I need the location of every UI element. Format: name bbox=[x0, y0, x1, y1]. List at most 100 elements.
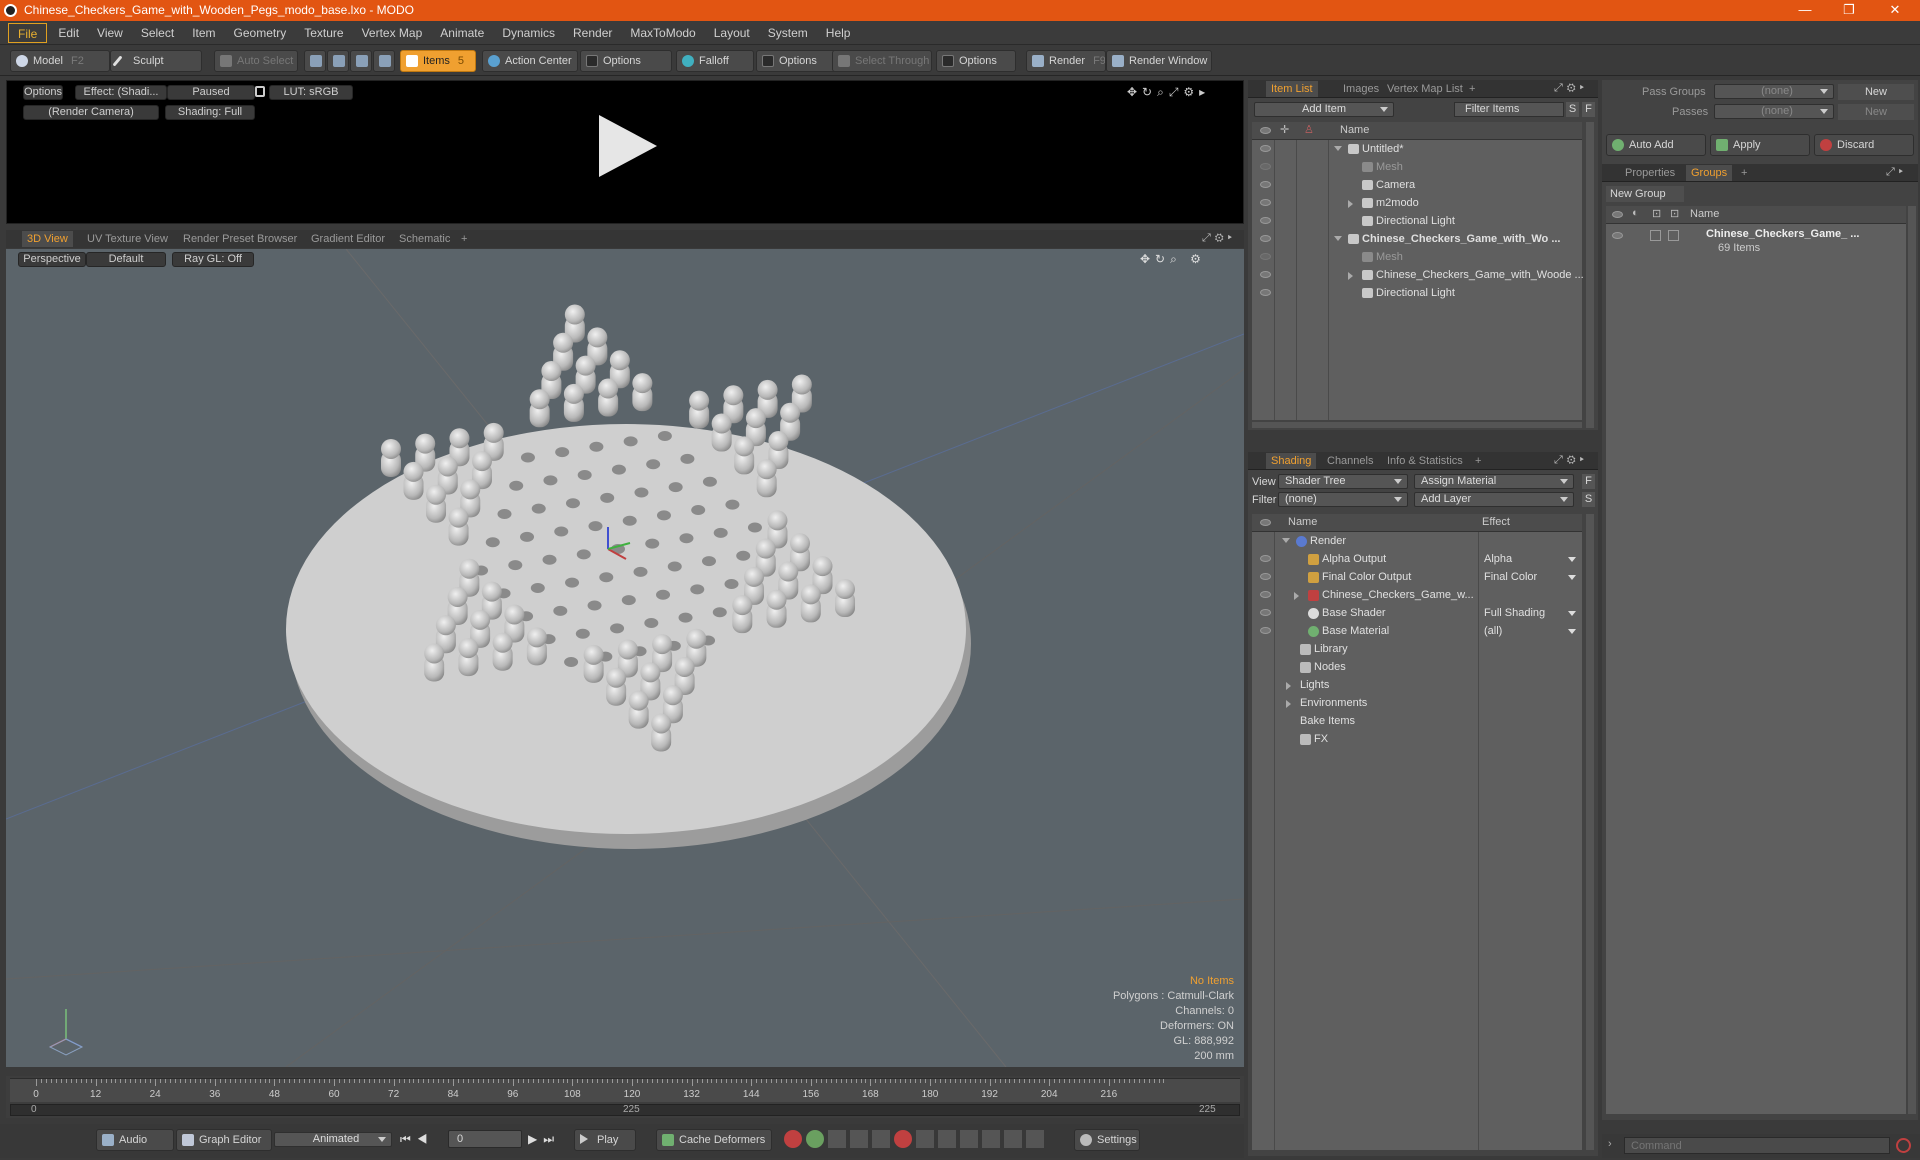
auto-key-icon[interactable] bbox=[806, 1130, 824, 1148]
menu-select[interactable]: Select bbox=[132, 21, 183, 45]
key-option-a-icon[interactable] bbox=[982, 1130, 1000, 1148]
group-visibility-icon[interactable] bbox=[1612, 232, 1623, 239]
item-list-row[interactable]: Camera bbox=[1252, 176, 1582, 194]
preview-options-button[interactable]: Options bbox=[23, 85, 63, 100]
action-center-button[interactable]: Action Center bbox=[482, 50, 578, 72]
shader-tree-row[interactable]: FX bbox=[1252, 730, 1582, 748]
eye-icon[interactable] bbox=[1260, 181, 1271, 188]
add-groups-tab-button[interactable]: + bbox=[1736, 165, 1752, 181]
animated-dropdown[interactable]: Animated bbox=[274, 1132, 392, 1147]
shader-tree-row[interactable]: Chinese_Checkers_Game_w... bbox=[1252, 586, 1582, 604]
shader-row-effect[interactable]: Final Color bbox=[1484, 568, 1537, 586]
add-panel-tab-button[interactable]: + bbox=[1464, 81, 1480, 97]
effect-dropdown-arrow-icon[interactable] bbox=[1568, 557, 1576, 562]
effect-dropdown-arrow-icon[interactable] bbox=[1568, 611, 1576, 616]
passes-dropdown[interactable]: (none) bbox=[1714, 104, 1834, 119]
panel-controls-icon[interactable]: ⤢⚙▸ bbox=[1554, 82, 1588, 95]
timeline-ruler[interactable]: 0 12 24 36 48 60 72 84 96 108 120 132 144 156 168 180 19… bbox=[10, 1078, 1240, 1102]
item-list-row[interactable]: Directional Light bbox=[1252, 212, 1582, 230]
auto-select-button[interactable]: Auto Select bbox=[214, 50, 298, 72]
shader-row-effect[interactable]: Full Shading bbox=[1484, 604, 1545, 622]
discard-button[interactable]: Discard bbox=[1814, 134, 1914, 156]
skip-start-icon[interactable]: ⏮◀ bbox=[400, 1132, 434, 1147]
eye-icon[interactable] bbox=[1260, 235, 1271, 242]
expanded-arrow-icon[interactable] bbox=[1282, 538, 1290, 543]
shader-tree-row[interactable]: Library bbox=[1252, 640, 1582, 658]
shading-panel-controls-icon[interactable]: ⤢⚙▸ bbox=[1554, 454, 1588, 467]
add-shading-tab-button[interactable]: + bbox=[1470, 453, 1486, 469]
add-tab-button[interactable]: + bbox=[456, 231, 472, 247]
item-list-row[interactable]: Directional Light bbox=[1252, 284, 1582, 302]
menu-view[interactable]: View bbox=[88, 21, 132, 45]
skip-end-icon[interactable]: ▶⏭ bbox=[528, 1132, 560, 1147]
polygons-mode-button[interactable] bbox=[350, 50, 372, 72]
sculpt-mode-button[interactable]: Sculpt bbox=[110, 50, 202, 72]
menu-help[interactable]: Help bbox=[817, 21, 860, 45]
tab-item-list[interactable]: Item List bbox=[1266, 81, 1318, 97]
item-list-row[interactable]: Chinese_Checkers_Game_with_Wo ... bbox=[1252, 230, 1582, 248]
tab-shading[interactable]: Shading bbox=[1266, 453, 1317, 469]
eye-icon[interactable] bbox=[1260, 253, 1271, 260]
tab-schematic[interactable]: Schematic bbox=[394, 231, 455, 247]
raygl-dropdown[interactable]: Ray GL: Off bbox=[172, 252, 254, 267]
3d-viewport[interactable]: Perspective Default Ray GL: Off ✥↻⌕ ⚙ No… bbox=[6, 249, 1244, 1067]
item-list-row[interactable]: Mesh bbox=[1252, 158, 1582, 176]
prev-key-icon[interactable] bbox=[828, 1130, 846, 1148]
shader-tree-row[interactable]: Render bbox=[1252, 532, 1582, 550]
menu-render[interactable]: Render bbox=[564, 21, 621, 45]
viewport-nav-icons[interactable]: ✥↻⌕ ⚙ bbox=[1140, 252, 1206, 267]
preview-lut-dropdown[interactable]: LUT: sRGB bbox=[269, 85, 353, 100]
item-list-row[interactable]: m2modo bbox=[1252, 194, 1582, 212]
item-list-row[interactable]: Mesh bbox=[1252, 248, 1582, 266]
perspective-dropdown[interactable]: Perspective bbox=[18, 252, 86, 267]
timeline[interactable]: 0 12 24 36 48 60 72 84 96 108 120 132 144 156 168 180 19… bbox=[6, 1076, 1244, 1118]
tab-properties[interactable]: Properties bbox=[1620, 165, 1680, 181]
eye-icon[interactable] bbox=[1260, 163, 1271, 170]
preview-paused-button[interactable]: Paused bbox=[167, 85, 255, 100]
eye-icon[interactable] bbox=[1260, 573, 1271, 580]
item-list-row[interactable]: Chinese_Checkers_Game_with_Woode ... bbox=[1252, 266, 1584, 284]
expanded-arrow-icon[interactable] bbox=[1334, 146, 1342, 151]
shading-vscroll[interactable] bbox=[1586, 514, 1594, 1150]
eye-icon[interactable] bbox=[1260, 199, 1271, 206]
effect-dropdown-arrow-icon[interactable] bbox=[1568, 629, 1576, 634]
restore-button[interactable]: ❐ bbox=[1826, 0, 1872, 21]
collapsed-arrow-icon[interactable] bbox=[1294, 592, 1299, 600]
preview-shading-dropdown[interactable]: Shading: Full bbox=[165, 105, 255, 120]
timeline-range-bar[interactable]: 0 225 225 bbox=[10, 1104, 1240, 1116]
play-icon[interactable] bbox=[593, 113, 659, 179]
item-tree[interactable]: ✛ ♙ Name Untitled* Mesh Camera m2modo Direct… bbox=[1252, 122, 1584, 420]
shader-tree[interactable]: Name Effect Render Alpha Output Alpha Final… bbox=[1252, 514, 1582, 1150]
falloff-button[interactable]: Falloff bbox=[676, 50, 754, 72]
menu-geometry[interactable]: Geometry bbox=[225, 21, 296, 45]
record-icon[interactable] bbox=[894, 1130, 912, 1148]
effect-dropdown-arrow-icon[interactable] bbox=[1568, 575, 1576, 580]
eye-icon[interactable] bbox=[1260, 271, 1271, 278]
select-through-button[interactable]: Select Through bbox=[832, 50, 932, 72]
action-center-options-button[interactable]: Options bbox=[580, 50, 672, 72]
audio-button[interactable]: Audio bbox=[96, 1129, 174, 1151]
lock-icon[interactable] bbox=[255, 86, 265, 97]
play-button[interactable]: Play bbox=[574, 1129, 636, 1151]
shader-row-effect[interactable]: Alpha bbox=[1484, 550, 1512, 568]
eye-icon[interactable] bbox=[1260, 217, 1271, 224]
collapsed-arrow-icon[interactable] bbox=[1286, 682, 1291, 690]
expanded-arrow-icon[interactable] bbox=[1334, 236, 1342, 241]
shader-tree-row[interactable]: Lights bbox=[1252, 676, 1582, 694]
eye-icon[interactable] bbox=[1260, 145, 1271, 152]
tab-vertex-map-list[interactable]: Vertex Map List bbox=[1382, 81, 1468, 97]
tab-info-statistics[interactable]: Info & Statistics bbox=[1382, 453, 1468, 469]
new-group-button[interactable]: New Group bbox=[1606, 186, 1684, 202]
record-key-icon[interactable] bbox=[784, 1130, 802, 1148]
menu-edit[interactable]: Edit bbox=[49, 21, 88, 45]
shader-tree-row[interactable]: Final Color Output Final Color bbox=[1252, 568, 1582, 586]
shader-tree-row[interactable]: Base Shader Full Shading bbox=[1252, 604, 1582, 622]
groups-list[interactable]: ◐ ⊡ ⊡ Name Chinese_Checkers_Game_ ... 69… bbox=[1606, 206, 1906, 1114]
shading-s-button[interactable]: S bbox=[1582, 492, 1595, 507]
group-lock-checkbox[interactable] bbox=[1650, 230, 1661, 241]
render-button[interactable]: Render F9 bbox=[1026, 50, 1106, 72]
menu-layout[interactable]: Layout bbox=[705, 21, 759, 45]
pass-groups-dropdown[interactable]: (none) bbox=[1714, 84, 1834, 99]
menu-system[interactable]: System bbox=[759, 21, 817, 45]
assign-material-dropdown[interactable]: Assign Material bbox=[1414, 474, 1574, 489]
